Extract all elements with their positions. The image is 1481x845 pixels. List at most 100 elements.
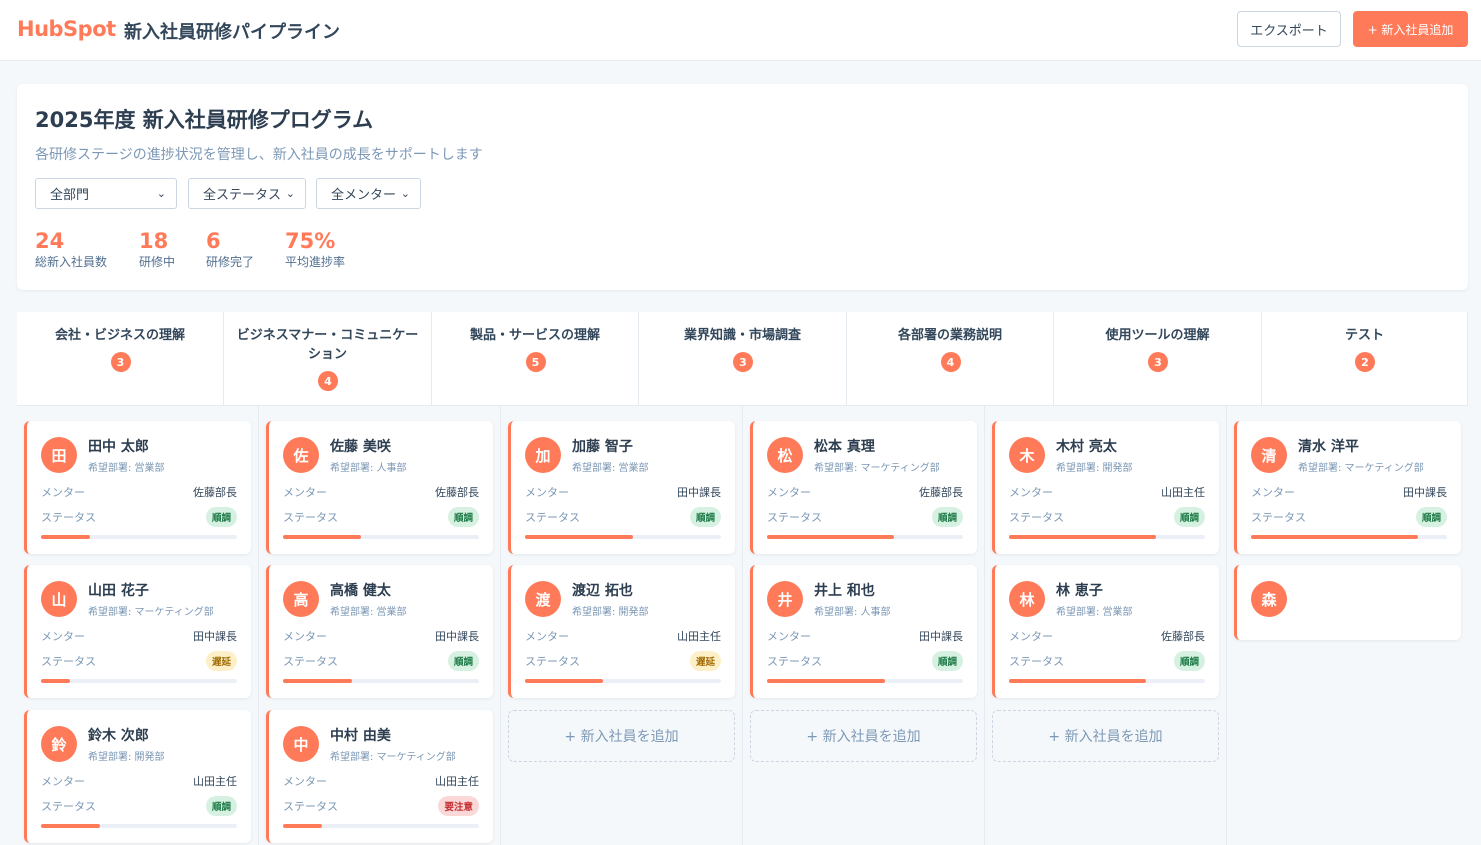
stage-header[interactable]: 使用ツールの理解 3 (1054, 312, 1262, 406)
stage-column: 木木村 亮太 希望部署: 開発部 メンター 山田主任 ステータス 順調林林 恵子 希望部署:… (985, 406, 1227, 845)
mentor-row: メンター 山田主任 (283, 773, 479, 789)
stage-count-badge: 5 (525, 352, 546, 372)
preferred-department: 希望部署: 人事部 (814, 607, 891, 618)
stat-label: 平均進捗率 (285, 255, 346, 269)
avatar: 清 (1251, 437, 1287, 473)
employee-card[interactable]: 中中村 由美 希望部署: マーケティング部 メンター 山田主任 ステータス 要注意 (266, 710, 493, 843)
status-label: ステータス (283, 511, 338, 524)
stage-name: 各部署の業務説明 (897, 328, 1002, 343)
status-badge: 順調 (205, 796, 237, 816)
status-row: ステータス 要注意 (283, 796, 479, 816)
mentor-label: メンター (767, 630, 811, 643)
mentor-row: メンター 田中課長 (283, 628, 479, 644)
mentor-row: メンター 山田主任 (1009, 484, 1205, 500)
stat-value: 18 (139, 229, 169, 253)
progress-bar-fill (41, 535, 90, 539)
preferred-department: 希望部署: 営業部 (88, 463, 165, 474)
add-employee-slot[interactable]: + 新入社員を追加 (508, 710, 735, 762)
status-badge: 遅延 (205, 651, 237, 671)
status-badge: 順調 (931, 651, 963, 671)
hubspot-logo[interactable]: HubSpot (17, 17, 116, 41)
employee-card[interactable]: 佐佐藤 美咲 希望部署: 人事部 メンター 佐藤部長 ステータス 順調 (266, 421, 493, 554)
employee-name: 林 恵子 (1056, 583, 1103, 599)
mentor-filter-value: 全メンター (331, 188, 397, 203)
stage-header[interactable]: 会社・ビジネスの理解 3 (17, 312, 224, 406)
add-employee-slot[interactable]: + 新入社員を追加 (750, 710, 977, 762)
mentor-value: 田中課長 (435, 630, 479, 643)
stage-header[interactable]: 製品・サービスの理解 5 (432, 312, 639, 406)
status-filter-value: 全ステータス (203, 188, 282, 203)
employee-name: 渡辺 拓也 (572, 583, 633, 599)
employee-card[interactable]: 松松本 真理 希望部署: マーケティング部 メンター 佐藤部長 ステータス 順調 (750, 421, 977, 554)
mentor-value: 佐藤部長 (435, 486, 479, 499)
employee-card[interactable]: 鈴鈴木 次郎 希望部署: 開発部 メンター 山田主任 ステータス 順調 (24, 710, 251, 843)
progress-bar-fill (283, 679, 352, 683)
stage-name: 会社・ビジネスの理解 (54, 328, 185, 343)
avatar: 田 (41, 437, 77, 473)
stat-avg-progress: 75% 平均進捗率 (285, 228, 345, 270)
stat-label: 研修完了 (206, 255, 255, 269)
mentor-label: メンター (1009, 630, 1053, 643)
stage-header[interactable]: 各部署の業務説明 4 (847, 312, 1054, 406)
employee-card[interactable]: 加加藤 智子 希望部署: 営業部 メンター 田中課長 ステータス 順調 (508, 421, 735, 554)
avatar: 井 (767, 581, 803, 617)
stage-name: 製品・サービスの理解 (469, 328, 600, 343)
chevron-down-icon: ⌄ (285, 187, 295, 200)
stage-header[interactable]: テスト 2 (1262, 312, 1468, 406)
status-label: ステータス (283, 800, 338, 813)
status-badge: 順調 (1415, 507, 1447, 527)
mentor-label: メンター (41, 486, 85, 499)
status-badge: 順調 (447, 651, 479, 671)
status-label: ステータス (1009, 511, 1064, 524)
status-row: ステータス 順調 (767, 507, 963, 527)
avatar: 松 (767, 437, 803, 473)
employee-name: 中村 由美 (330, 728, 391, 744)
employee-card[interactable]: 清清水 洋平 希望部署: マーケティング部 メンター 田中課長 ステータス 順調 (1234, 421, 1461, 554)
employee-card[interactable]: 渡渡辺 拓也 希望部署: 開発部 メンター 山田主任 ステータス 遅延 (508, 565, 735, 698)
mentor-row: メンター 佐藤部長 (283, 484, 479, 500)
mentor-row: メンター 山田主任 (41, 773, 237, 789)
progress-bar-fill (41, 824, 100, 828)
status-filter-select[interactable]: 全ステータス ⌄ (188, 178, 306, 209)
stage-name: ビジネスマナー・コミュニケーション (236, 328, 419, 362)
status-label: ステータス (525, 511, 580, 524)
mentor-filter-select[interactable]: 全メンター ⌄ (316, 178, 421, 209)
employee-card[interactable]: 林林 恵子 希望部署: 営業部 メンター 佐藤部長 ステータス 順調 (992, 565, 1219, 698)
status-row: ステータス 順調 (1251, 507, 1447, 527)
program-title: 2025年度 新入社員研修プログラム (35, 108, 374, 132)
employee-card[interactable]: 田田中 太郎 希望部署: 営業部 メンター 佐藤部長 ステータス 順調 (24, 421, 251, 554)
progress-bar (767, 679, 963, 683)
add-employee-button[interactable]: + 新入社員追加 (1353, 11, 1468, 47)
status-row: ステータス 順調 (283, 507, 479, 527)
avatar: 佐 (283, 437, 319, 473)
progress-bar (1009, 679, 1205, 683)
employee-card[interactable]: 森 (1234, 565, 1461, 640)
status-label: ステータス (41, 800, 96, 813)
progress-bar (525, 679, 721, 683)
stat-label: 総新入社員数 (35, 255, 108, 269)
add-employee-slot[interactable]: + 新入社員を追加 (992, 710, 1219, 762)
employee-name: 清水 洋平 (1298, 439, 1359, 455)
preferred-department: 希望部署: 開発部 (1056, 463, 1133, 474)
employee-card[interactable]: 井井上 和也 希望部署: 人事部 メンター 田中課長 ステータス 順調 (750, 565, 977, 698)
status-label: ステータス (1009, 655, 1064, 668)
employee-name: 佐藤 美咲 (330, 439, 391, 455)
avatar: 加 (525, 437, 561, 473)
employee-card[interactable]: 高高橋 健太 希望部署: 営業部 メンター 田中課長 ステータス 順調 (266, 565, 493, 698)
progress-bar (283, 824, 479, 828)
preferred-department: 希望部署: 開発部 (572, 607, 649, 618)
pipeline-board: 会社・ビジネスの理解 3 ビジネスマナー・コミュニケーション 4 製品・サービスの理解 5… (17, 312, 1468, 845)
employee-card[interactable]: 木木村 亮太 希望部署: 開発部 メンター 山田主任 ステータス 順調 (992, 421, 1219, 554)
mentor-label: メンター (525, 630, 569, 643)
department-filter-select[interactable]: 全部門 ⌄ (35, 178, 177, 209)
export-button[interactable]: エクスポート (1237, 11, 1341, 47)
stage-name: 業界知識・市場調査 (683, 328, 801, 343)
stage-column: 清清水 洋平 希望部署: マーケティング部 メンター 田中課長 ステータス 順調森 (1227, 406, 1468, 845)
employee-card[interactable]: 山山田 花子 希望部署: マーケティング部 メンター 田中課長 ステータス 遅延 (24, 565, 251, 698)
stage-header[interactable]: ビジネスマナー・コミュニケーション 4 (224, 312, 432, 406)
mentor-row: メンター 田中課長 (41, 628, 237, 644)
stage-header[interactable]: 業界知識・市場調査 3 (639, 312, 847, 406)
mentor-value: 田中課長 (677, 486, 721, 499)
chevron-down-icon: ⌄ (400, 187, 410, 200)
mentor-value: 田中課長 (1403, 486, 1447, 499)
